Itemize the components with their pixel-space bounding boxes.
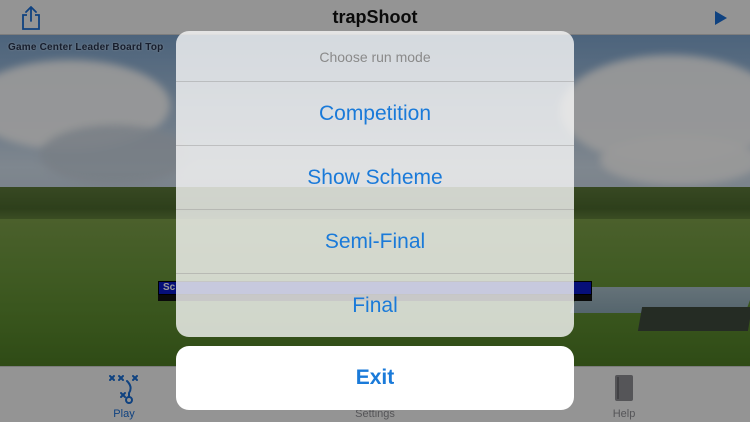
action-sheet-title: Choose run mode <box>176 31 574 82</box>
action-sheet: Choose run mode Competition Show Scheme … <box>176 31 574 337</box>
option-competition-button[interactable]: Competition <box>176 82 574 146</box>
option-show-scheme-button[interactable]: Show Scheme <box>176 146 574 210</box>
option-semi-final-button[interactable]: Semi-Final <box>176 210 574 274</box>
option-final-button[interactable]: Final <box>176 274 574 337</box>
exit-button[interactable]: Exit <box>176 346 574 410</box>
